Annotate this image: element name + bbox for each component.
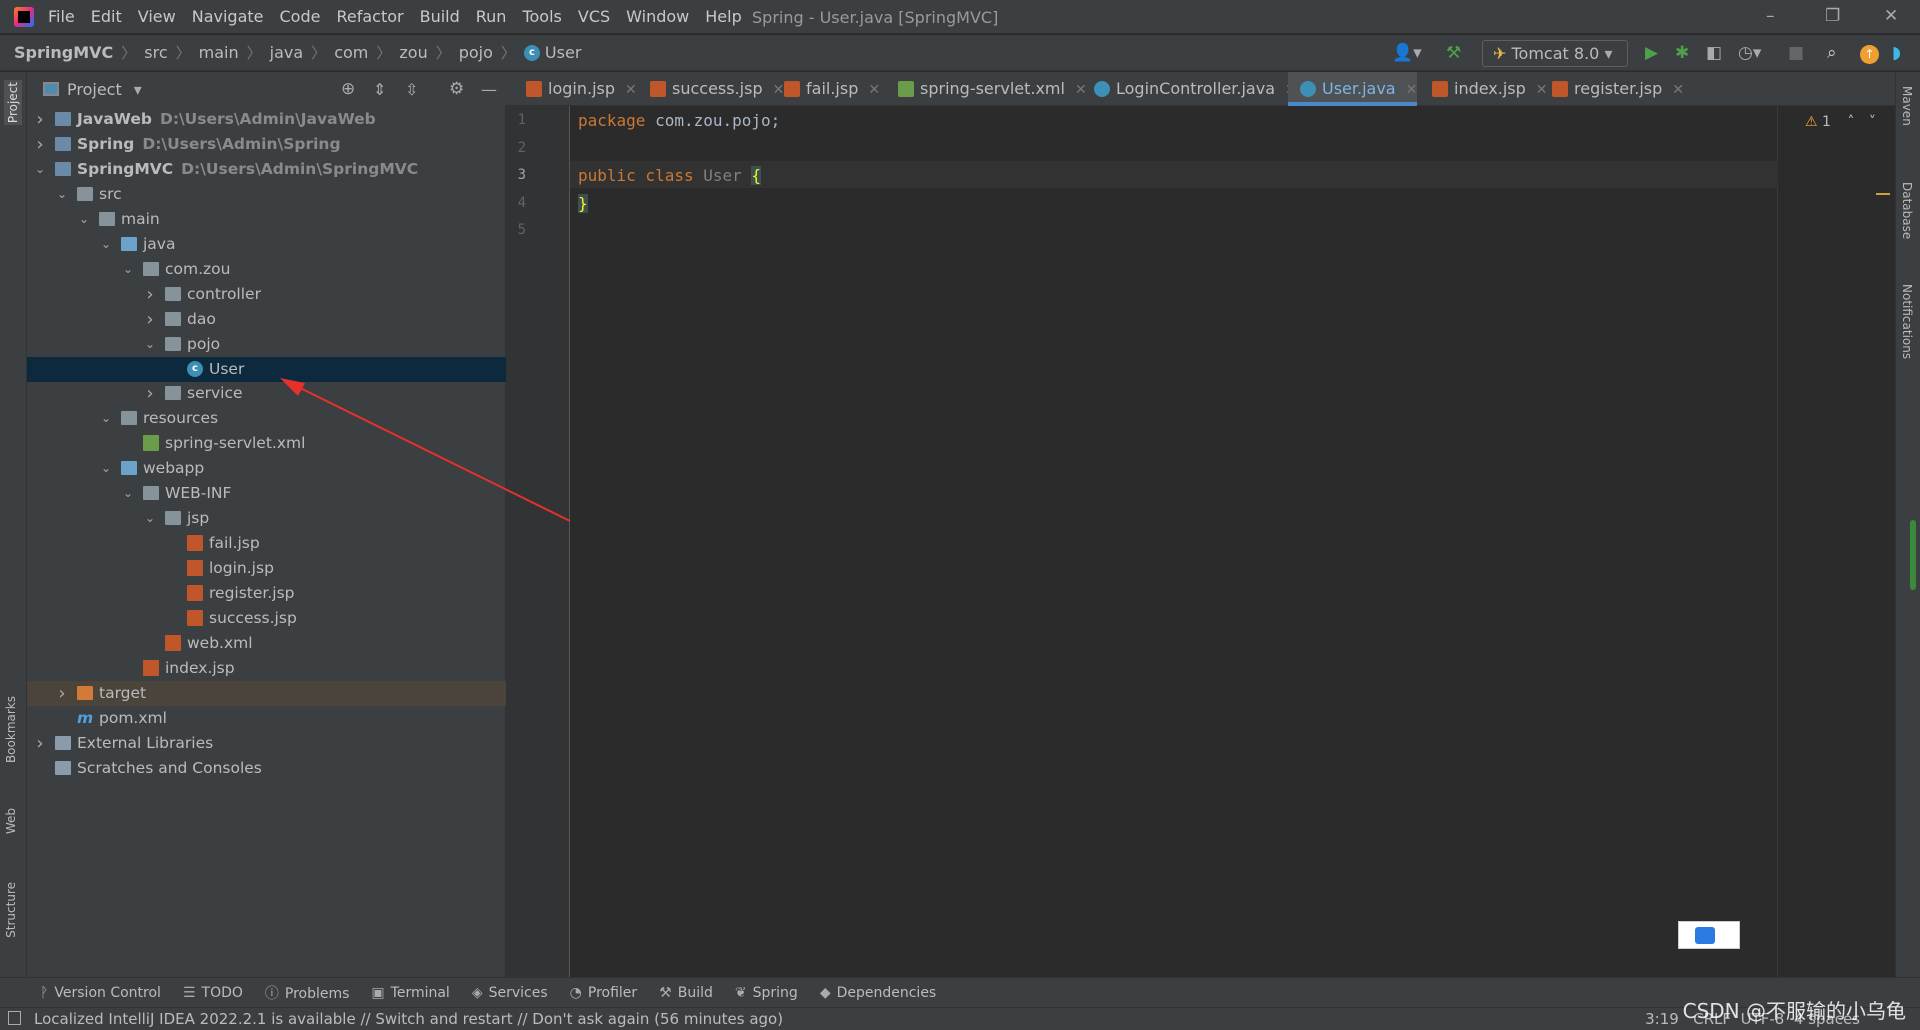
annotation-arrow bbox=[280, 378, 571, 522]
tool-label: TODO bbox=[201, 984, 243, 1001]
tool-icon: ❦ bbox=[734, 984, 747, 1001]
caret-position[interactable]: 3:19 bbox=[1645, 1010, 1679, 1028]
tool-icon: ◆ bbox=[819, 984, 831, 1001]
tool-label: Profiler bbox=[587, 984, 638, 1001]
tool-dependencies[interactable]: ◆ Dependencies bbox=[820, 985, 936, 1001]
tool-icon: ◈ bbox=[471, 984, 483, 1001]
tool-icon: ⚒ bbox=[659, 984, 672, 1001]
tool-label: Spring bbox=[752, 984, 798, 1001]
tool-services[interactable]: ◈ Services bbox=[472, 985, 548, 1001]
status-toggle-icon[interactable] bbox=[8, 1011, 21, 1025]
tool-icon: ᚹ bbox=[40, 984, 49, 1001]
tool-icon: ☰ bbox=[182, 984, 196, 1001]
tool-label: Terminal bbox=[390, 984, 450, 1001]
tool-label: Problems bbox=[284, 985, 350, 1002]
tool-problems[interactable]: ⓘ Problems bbox=[265, 983, 350, 1003]
tool-icon: ◔ bbox=[569, 984, 582, 1001]
tool-window-bar: ᚹ Version Control ☰ TODO ⓘ Problems ▣ Terminal ◈… bbox=[0, 977, 1920, 1007]
tool-spring[interactable]: ❦ Spring bbox=[735, 985, 798, 1001]
status-message[interactable]: Localized IntelliJ IDEA 2022.2.1 is avai… bbox=[34, 1010, 783, 1028]
tool-label: Build bbox=[677, 984, 713, 1001]
tool-label: Version Control bbox=[54, 984, 161, 1001]
tool-terminal[interactable]: ▣ Terminal bbox=[371, 985, 449, 1001]
tool-build[interactable]: ⚒ Build bbox=[659, 985, 713, 1001]
watermark: CSDN @不服输的小乌龟 bbox=[1682, 999, 1906, 1023]
tool-icon: ⓘ bbox=[264, 985, 279, 1002]
tool-label: Dependencies bbox=[836, 984, 937, 1001]
arrow-line bbox=[291, 383, 571, 522]
tool-profiler[interactable]: ◔ Profiler bbox=[570, 985, 638, 1001]
tool-icon: ▣ bbox=[371, 984, 385, 1001]
tool-todo[interactable]: ☰ TODO bbox=[183, 985, 243, 1001]
tool-version-control[interactable]: ᚹ Version Control bbox=[40, 985, 161, 1001]
status-bar: Localized IntelliJ IDEA 2022.2.1 is avai… bbox=[0, 1007, 1920, 1030]
tool-label: Services bbox=[488, 984, 548, 1001]
arrow-head bbox=[280, 378, 305, 396]
